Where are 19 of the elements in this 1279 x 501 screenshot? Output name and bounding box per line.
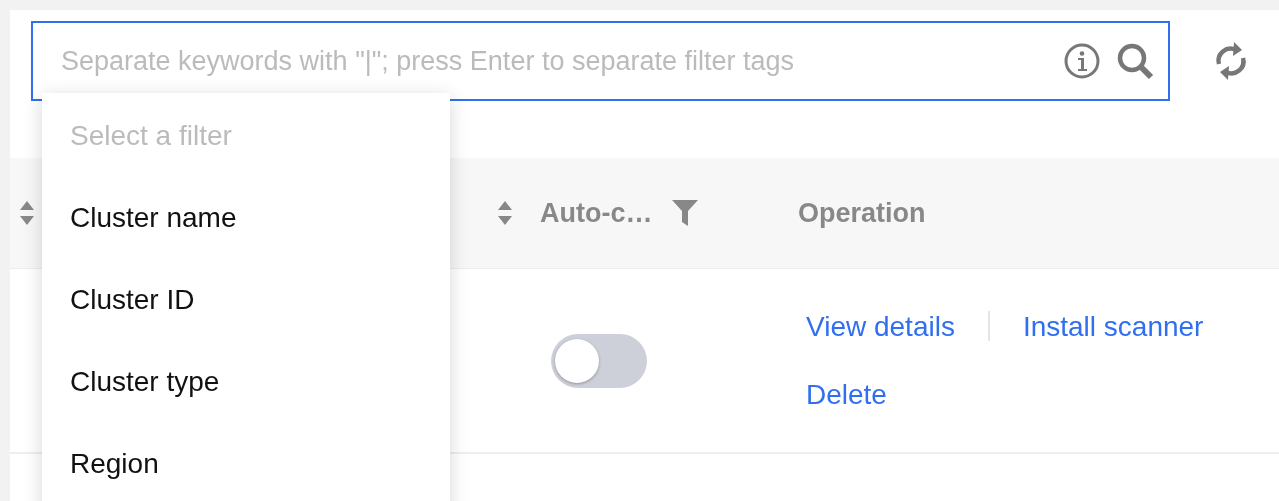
sort-icon[interactable] [20,201,34,225]
search-input[interactable]: Separate keywords with "|"; press Enter to separate filter tags [59,44,1048,78]
menu-item[interactable]: Cluster name [42,177,450,259]
menu-header: Select a filter [69,119,233,153]
search-icon[interactable] [1116,42,1154,80]
sort-icon[interactable] [498,201,512,225]
toggle-switch[interactable] [551,333,647,388]
action-link[interactable]: Install scanner [1022,310,1204,343]
refresh-icon[interactable] [1214,40,1248,82]
column-header: Operation [798,197,926,229]
menu-item[interactable]: Region [42,423,450,501]
action-link[interactable]: Delete [806,378,887,411]
action-link[interactable]: View details [806,310,955,343]
search-field[interactable]: Separate keywords with "|"; press Enter to separate filter tags [31,21,1170,101]
filter-icon[interactable] [672,200,699,226]
column-header: Auto-c… [540,197,653,229]
menu-item[interactable]: Cluster type [42,341,450,423]
menu-item[interactable]: Cluster ID [42,259,450,341]
info-icon[interactable] [1064,43,1100,79]
